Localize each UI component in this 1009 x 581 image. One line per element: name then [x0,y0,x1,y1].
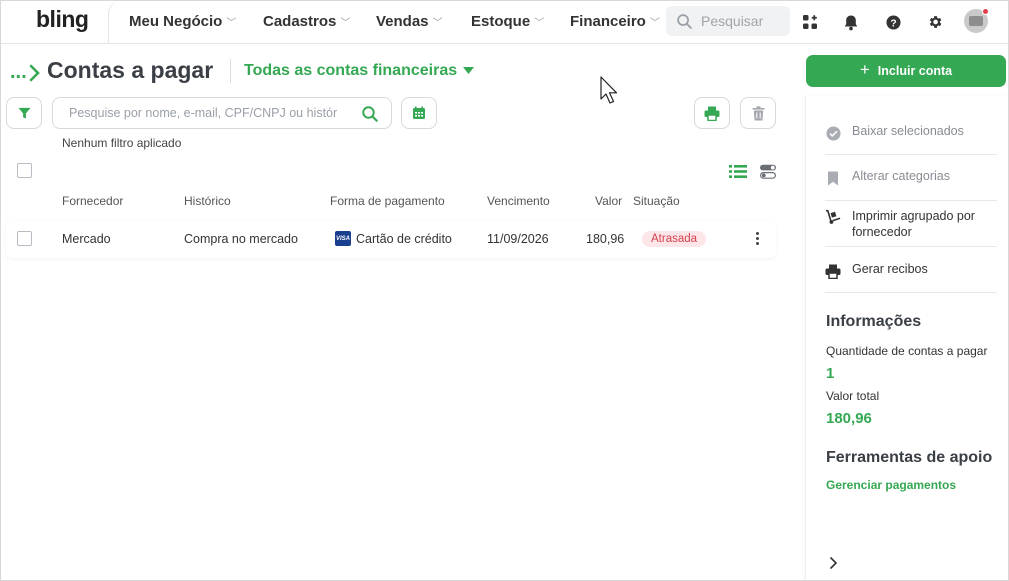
caret-down-icon [463,67,475,74]
accounts-search[interactable] [52,97,392,129]
cell-historico: Compra no mercado [184,232,298,246]
apps-icon[interactable] [800,12,820,32]
avatar-image [969,16,983,26]
mouse-cursor-icon [600,76,618,107]
column-header-historico[interactable]: Histórico [184,194,231,208]
cell-valor: 180,96 [586,232,625,246]
chevron-down-icon: ﹀ [340,18,351,29]
account-filter-dropdown[interactable]: Todas as contas financeiras [244,62,475,80]
qty-value: 1 [826,365,835,382]
chevron-right-icon[interactable] [829,556,838,573]
menu-meu-negocio[interactable]: Meu Negócio ﹀ [129,13,236,30]
top-navbar: bling Meu Negócio ﹀ Cadastros ﹀ Vendas ﹀ Es… [0,0,1009,44]
column-header-situacao[interactable]: Situação [633,194,680,208]
gear-icon[interactable] [925,12,945,32]
menu-financeiro[interactable]: Financeiro ﹀ [570,13,660,30]
page-title: Contas a pagar [47,57,214,83]
action-baixar-selecionados[interactable]: Baixar selecionados [825,124,997,155]
column-header-forma-pagamento[interactable]: Forma de pagamento [330,194,445,208]
chevron-down-icon: ﹀ [432,18,443,29]
print-button[interactable] [694,97,730,129]
trash-icon [752,105,764,120]
date-filter-button[interactable] [401,97,437,129]
notification-dot [982,8,989,15]
chevron-right-icon [29,64,40,81]
column-header-vencimento[interactable]: Vencimento [487,194,550,208]
toggle-settings-icon[interactable] [759,164,777,182]
cell-forma-pagamento: Cartão de crédito [356,232,452,246]
total-label: Valor total [826,389,880,403]
total-value: 180,96 [826,410,872,427]
manage-payments-link[interactable]: Gerenciar pagamentos [826,478,956,492]
check-circle-icon [825,125,841,141]
filter-status-text: Nenhum filtro aplicado [62,136,182,150]
cell-vencimento: 11/09/2026 [487,232,549,246]
global-search-input[interactable] [701,13,781,29]
help-icon[interactable]: ? [883,12,903,32]
column-header-valor[interactable]: Valor [595,194,622,208]
plus-icon: + [859,60,870,79]
bling-logo[interactable]: bling [36,6,89,33]
tools-section-title: Ferramentas de apoio [826,449,993,466]
svg-text:?: ? [890,18,896,29]
accounts-search-input[interactable] [69,106,337,120]
global-search[interactable] [666,6,790,36]
column-header-fornecedor[interactable]: Fornecedor [62,194,123,208]
row-checkbox[interactable] [17,231,32,246]
action-gerar-recibos[interactable]: Gerar recibos [825,262,997,293]
visa-card-icon: VISA [335,231,351,246]
chevron-down-icon: ﹀ [226,18,237,29]
nav-separator [108,0,122,44]
breadcrumb[interactable]: ... [10,61,41,84]
chevron-down-icon: ﹀ [649,18,660,29]
qty-label: Quantidade de contas a pagar [826,344,988,358]
search-icon [677,13,692,29]
bookmark-icon [825,170,841,186]
menu-vendas[interactable]: Vendas ﹀ [376,13,443,30]
list-view-icon[interactable] [729,164,747,182]
calendar-icon [413,106,425,119]
chevron-down-icon: ﹀ [534,18,545,29]
filter-button[interactable] [6,97,42,129]
bell-icon[interactable] [841,12,861,32]
action-imprimir-agrupado[interactable]: Imprimir agrupado por fornecedor [825,208,997,247]
status-badge: Atrasada [642,231,707,247]
menu-estoque[interactable]: Estoque ﹀ [471,13,544,30]
menu-cadastros[interactable]: Cadastros ﹀ [263,13,350,30]
row-more-icon[interactable] [756,232,759,245]
info-section-title: Informações [826,313,922,330]
printer-icon [825,263,841,279]
include-account-button[interactable]: + Incluir conta [806,55,1006,87]
delete-button[interactable] [740,97,776,129]
dolly-icon [825,209,841,225]
select-all-checkbox[interactable] [17,163,32,178]
filter-icon [17,107,31,119]
printer-icon [704,106,720,121]
search-icon[interactable] [361,105,379,123]
action-alterar-categorias[interactable]: Alterar categorias [825,169,997,201]
avatar[interactable] [964,8,989,33]
title-separator [230,59,231,83]
cell-fornecedor: Mercado [62,232,111,246]
